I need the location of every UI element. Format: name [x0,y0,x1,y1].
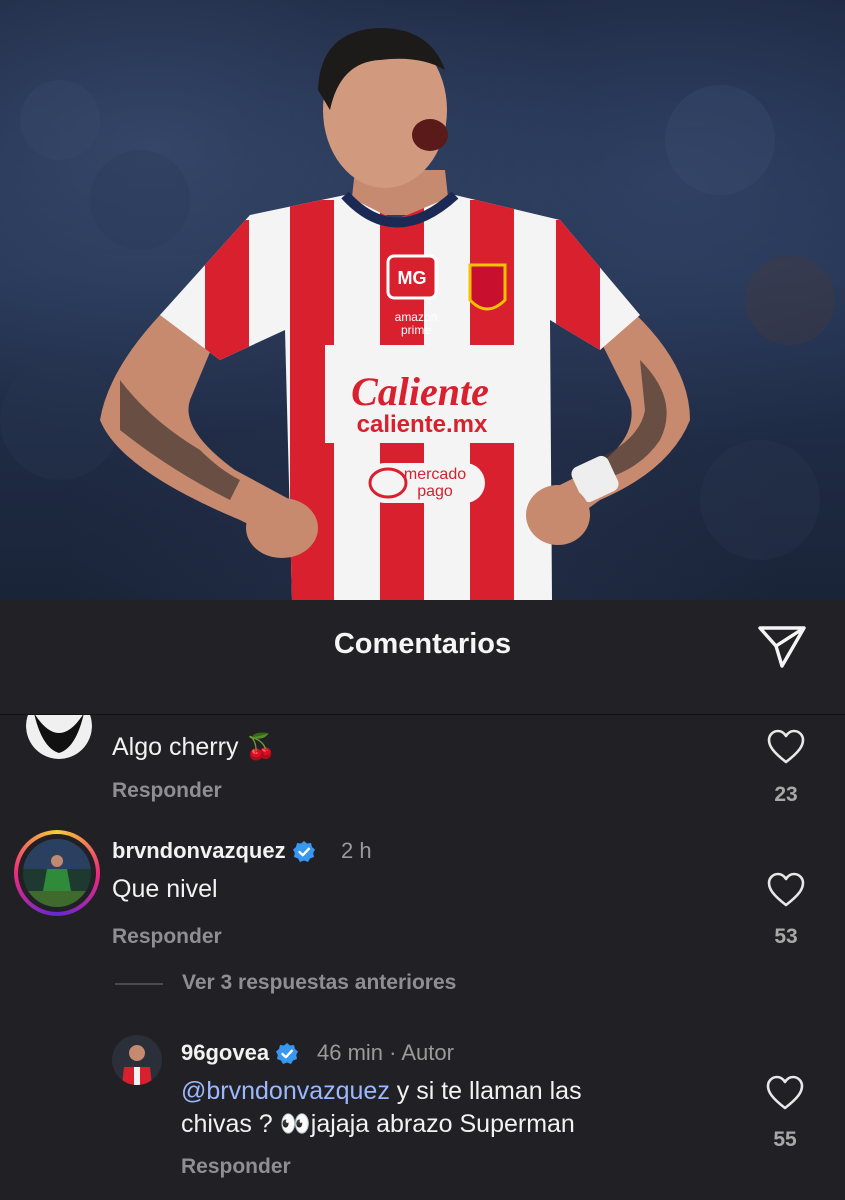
jersey-sponsor-mercado: mercado [404,466,466,483]
comment-username[interactable]: brvndonvazquez [112,838,316,864]
avatar-story-ring[interactable] [14,830,100,916]
replies-divider [115,983,163,985]
avatar-image [112,1035,162,1085]
jersey-mg-logo: MG [398,268,427,288]
heart-icon [766,1075,804,1110]
sheet-title: Comentarios [333,628,512,660]
avatar-image [26,715,92,759]
avatar[interactable] [26,715,92,759]
reply-button[interactable]: Responder [112,779,222,803]
mention-link[interactable]: @brvndonvazquez [181,1077,390,1105]
comment-text: Algo cherry 🍒 [112,731,277,764]
reply-button[interactable]: Responder [112,925,222,949]
jersey-sponsor-logo: Caliente [351,369,489,414]
reply-timestamp: 46 min · Autor [317,1040,454,1065]
send-icon [758,626,806,668]
cherry-emoji: 🍒 [245,733,277,761]
view-previous-replies-button[interactable]: Ver 3 respuestas anteriores [182,971,456,995]
heart-icon [767,729,805,764]
avatar-image [23,839,91,907]
jersey-sponsor-url: caliente.mx [357,411,488,438]
comments-list[interactable]: Algo cherry 🍒 Responder 23 brvndonvazque… [0,715,845,1200]
like-button[interactable] [767,729,805,765]
like-count: 55 [773,1128,797,1151]
reply-text: @brvndonvazquez y si te llaman las chiva… [181,1075,741,1141]
comment-timestamp: 2 h [341,838,372,863]
like-button[interactable] [766,1075,804,1111]
comment-text: Que nivel [112,875,218,903]
player-illustration: Caliente caliente.mx mercado pago MG ama… [0,28,835,600]
reply-text-line-1: y si te llaman las [389,1077,582,1105]
jersey-sponsor-pago: pago [417,483,453,500]
jersey-amazon: amazon [395,310,438,324]
avatar[interactable] [112,1035,162,1085]
verified-badge-icon [292,841,315,863]
verified-badge-icon [276,1043,299,1065]
username-text: 96govea [181,1040,270,1065]
reply-text-line-2: chivas ? 👀jajaja abrazo Superman [181,1110,575,1138]
reply-button[interactable]: Responder [181,1155,291,1179]
username-text: brvndonvazquez [112,838,286,863]
comment-text-content: Algo cherry [112,733,239,761]
jersey-prime: prime [401,323,431,337]
heart-icon [767,872,805,907]
reply-username[interactable]: 96govea [181,1040,299,1066]
like-button[interactable] [767,872,805,908]
post-photo: Caliente caliente.mx mercado pago MG ama… [0,0,845,600]
avatar [23,839,91,907]
like-count: 53 [774,925,798,948]
share-button[interactable] [756,622,808,670]
like-count: 23 [774,783,798,806]
